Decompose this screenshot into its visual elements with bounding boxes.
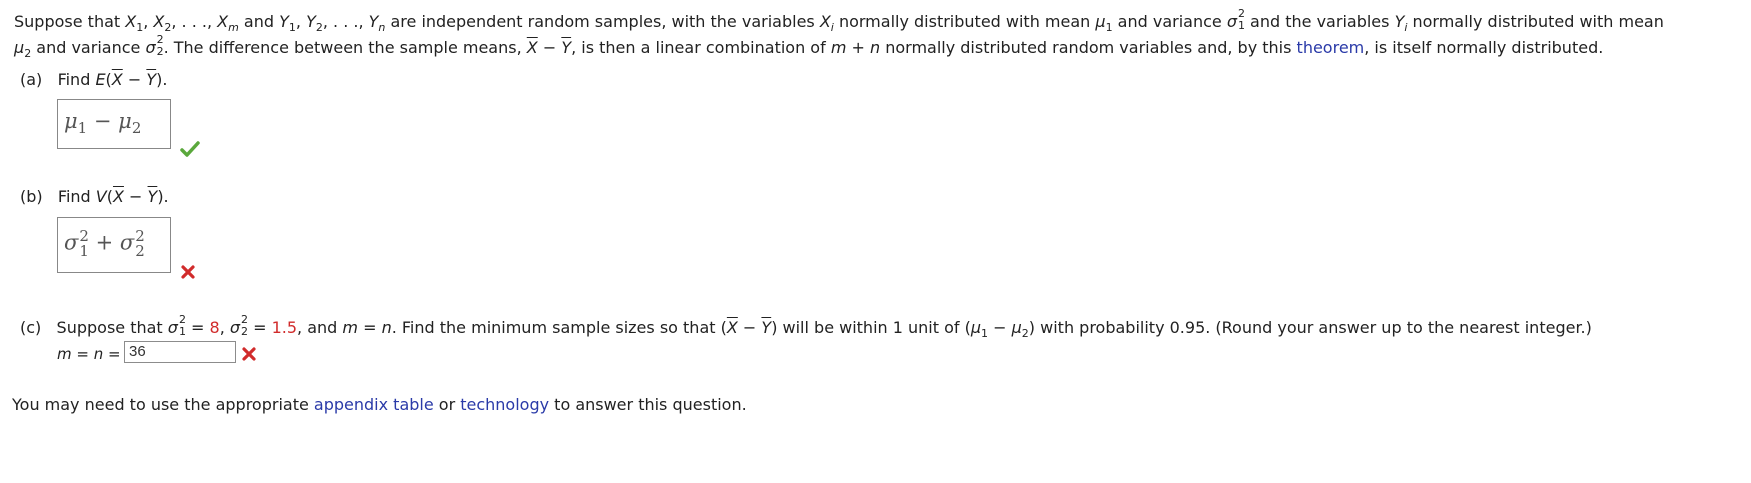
part-b-answer-box[interactable]: σ21 + σ22: [57, 217, 171, 273]
x-mark-icon: [181, 265, 195, 279]
part-b-prompt: (b) Find V(X − Y).: [20, 187, 169, 206]
part-a-prompt: (a) Find E(X − Y).: [20, 70, 168, 89]
part-c-prompt: (c) Suppose that σ21 = 8, σ22 = 1.5, and…: [20, 313, 1592, 340]
appendix-table-link[interactable]: appendix table: [314, 395, 434, 414]
sigma1-sq-value: 8: [209, 318, 220, 337]
theorem-link[interactable]: theorem: [1297, 38, 1365, 57]
part-c-label: (c): [20, 318, 42, 337]
part-b-answer-math: σ21 + σ22: [64, 227, 145, 260]
checkmark-icon: [180, 141, 200, 157]
part-a-answer-box[interactable]: μ1 − μ2: [57, 99, 171, 149]
footer-note: You may need to use the appropriate appe…: [12, 395, 747, 414]
x-mark-icon: [242, 347, 256, 361]
part-b-label: (b): [20, 187, 43, 206]
part-a-answer-math: μ1 − μ2: [64, 109, 142, 137]
part-c-answer-input[interactable]: 36: [124, 341, 236, 363]
problem-line-2: μ2 and variance σ22. The difference betw…: [14, 33, 1604, 60]
technology-link[interactable]: technology: [460, 395, 549, 414]
problem-line-1: Suppose that X1, X2, . . ., Xm and Y1, Y…: [14, 7, 1664, 34]
part-a-label: (a): [20, 70, 43, 89]
part-c-input-label: m = n =: [57, 345, 121, 363]
sigma2-sq-value: 1.5: [271, 318, 298, 337]
